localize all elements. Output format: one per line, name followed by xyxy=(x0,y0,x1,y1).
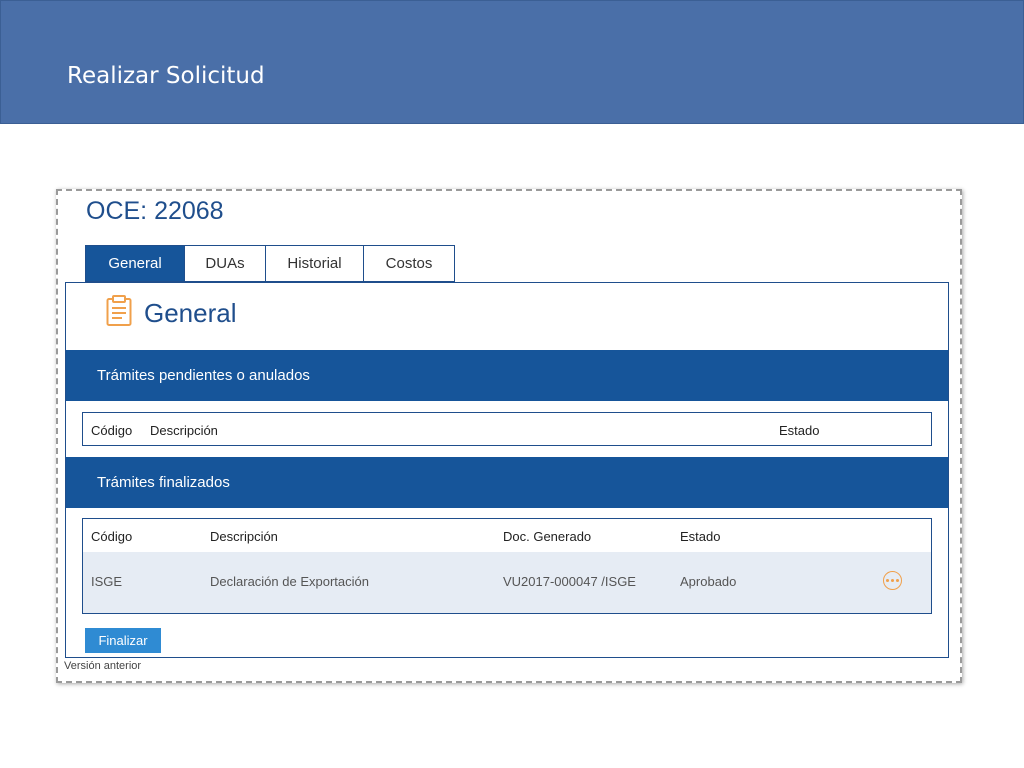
finished-section-bar: Trámites finalizados xyxy=(66,457,948,508)
tab-general[interactable]: General xyxy=(85,245,185,282)
column-header-descripcion: Descripción xyxy=(150,423,218,438)
previous-version-link[interactable]: Versión anterior xyxy=(64,660,141,672)
section-title: General xyxy=(144,298,237,328)
tab-bar: General DUAs Historial Costos xyxy=(85,245,455,282)
section-header: General xyxy=(106,295,237,332)
pending-section-bar: Trámites pendientes o anulados xyxy=(66,350,948,401)
column-header-descripcion: Descripción xyxy=(210,529,278,544)
tab-duas[interactable]: DUAs xyxy=(184,245,266,282)
finalizar-button[interactable]: Finalizar xyxy=(85,628,161,653)
column-header-doc-generado: Doc. Generado xyxy=(503,529,592,544)
cell-doc-generado: VU2017-000047 /ISGE xyxy=(503,574,636,589)
column-header-estado: Estado xyxy=(680,529,721,544)
column-header-codigo: Código xyxy=(91,529,133,544)
more-options-icon[interactable] xyxy=(883,571,902,590)
tab-historial[interactable]: Historial xyxy=(265,245,364,282)
clipboard-icon xyxy=(106,295,132,332)
cell-descripcion: Declaración de Exportación xyxy=(210,574,369,589)
tab-costos[interactable]: Costos xyxy=(363,245,455,282)
finished-table: Código Descripción Doc. Generado Estado … xyxy=(82,518,932,614)
table-row: ISGE Declaración de Exportación VU2017-0… xyxy=(83,552,931,613)
general-panel: General Trámites pendientes o anulados C… xyxy=(65,282,949,658)
pending-section-title: Trámites pendientes o anulados xyxy=(97,367,310,384)
column-header-estado: Estado xyxy=(779,423,820,438)
slide-banner: Realizar Solicitud xyxy=(0,0,1024,124)
slide-title: Realizar Solicitud xyxy=(67,63,265,89)
column-header-codigo: Código xyxy=(91,423,133,438)
finished-section-title: Trámites finalizados xyxy=(97,474,230,491)
cell-estado: Aprobado xyxy=(680,574,737,589)
cell-codigo: ISGE xyxy=(91,574,123,589)
page-title: OCE: 22068 xyxy=(86,197,224,225)
pending-table: Código Descripción Estado xyxy=(82,412,932,446)
screen-frame: OCE: 22068 General DUAs Historial Costos… xyxy=(56,189,962,683)
